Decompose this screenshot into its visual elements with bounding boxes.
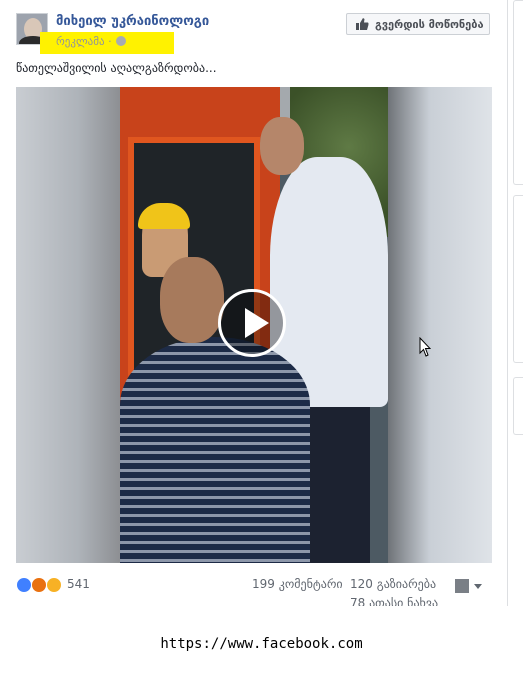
side-panel-edge bbox=[513, 195, 523, 363]
haha-reaction-icon bbox=[46, 577, 62, 593]
video-blur-right bbox=[388, 87, 492, 563]
reactions-summary[interactable] bbox=[16, 577, 64, 593]
like-page-label: გვერდის მოწონება bbox=[375, 18, 484, 31]
comments-count-link[interactable]: 199 კომენტარი bbox=[252, 577, 343, 591]
side-panel-edge bbox=[513, 377, 523, 435]
angry-reaction-icon bbox=[31, 577, 47, 593]
like-page-button[interactable]: გვერდის მოწონება bbox=[346, 13, 490, 35]
shares-count-link[interactable]: 120 გაზიარება bbox=[350, 577, 436, 591]
globe-icon bbox=[116, 36, 126, 46]
sponsored-label[interactable]: რეკლამა · bbox=[56, 35, 112, 48]
post-card: მიხეილ უკრაინოლოგი რეკლამა · გვერდის მოწ… bbox=[0, 0, 508, 606]
reaction-count[interactable]: 541 bbox=[67, 577, 90, 591]
mouse-pointer-icon bbox=[419, 337, 431, 357]
side-panel-edge bbox=[513, 0, 523, 185]
video-blur-left bbox=[16, 87, 120, 563]
page-name-link[interactable]: მიხეილ უკრაინოლოგი bbox=[56, 14, 209, 29]
page-url: https://www.facebook.com bbox=[160, 636, 363, 652]
post-text: წათელაშვილის აღალგაზრდობა... bbox=[16, 61, 217, 75]
sponsored-highlight: რეკლამა · bbox=[40, 32, 174, 54]
video-player[interactable] bbox=[16, 87, 492, 563]
play-icon bbox=[245, 308, 269, 338]
actor-selector-avatar[interactable] bbox=[455, 579, 469, 593]
play-button[interactable] bbox=[218, 289, 286, 357]
chevron-down-icon[interactable] bbox=[474, 584, 482, 589]
views-count: 78 ათასი ნახვა bbox=[350, 596, 439, 606]
like-reaction-icon bbox=[16, 577, 32, 593]
thumbs-up-icon bbox=[356, 18, 369, 30]
